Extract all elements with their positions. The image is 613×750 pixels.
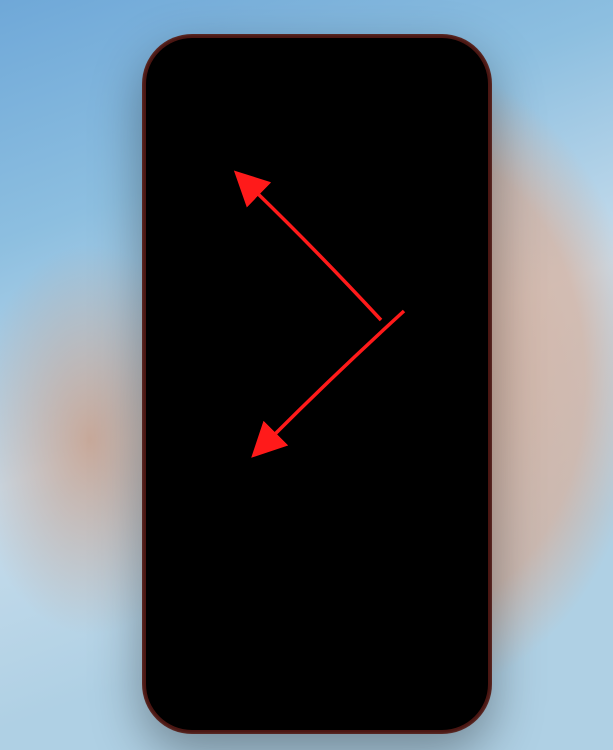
wifi-icon bbox=[416, 73, 431, 84]
search-row: 播放声音 取消 bbox=[156, 156, 478, 204]
sheet-grabber[interactable] bbox=[299, 142, 335, 146]
clear-search-button[interactable] bbox=[394, 165, 412, 183]
info-button[interactable]: i bbox=[430, 409, 452, 431]
search-icon bbox=[180, 167, 195, 182]
app-label: Watch bbox=[192, 313, 226, 327]
back-label: 新自动化 bbox=[181, 100, 245, 124]
action-row-ping-iphone[interactable]: 呼叫我的 iPhone i bbox=[170, 444, 464, 492]
home-indicator[interactable] bbox=[257, 708, 377, 712]
watch-app-icon bbox=[180, 249, 238, 307]
return-to-app[interactable]: App Store bbox=[176, 79, 225, 88]
annotation-arrow bbox=[236, 303, 416, 468]
action-label: 播放声音 bbox=[224, 408, 418, 432]
cancel-button[interactable]: 取消 bbox=[432, 162, 464, 186]
action-list: 播放声音 i 呼叫我的 iPhone i bbox=[170, 396, 464, 492]
search-input[interactable]: 播放声音 bbox=[170, 156, 422, 192]
watch-icon bbox=[182, 454, 212, 484]
battery-icon bbox=[436, 73, 458, 84]
page-title: 操作 bbox=[315, 100, 347, 124]
section-title-actions: 操作 bbox=[156, 341, 478, 392]
close-icon bbox=[398, 170, 407, 179]
content-sheet: 播放声音 取消 App Watch 操作 bbox=[156, 142, 478, 720]
signal-icon bbox=[395, 74, 412, 84]
navigation-bar: 新自动化 操作 下一步 bbox=[156, 90, 478, 134]
action-row-play-sound[interactable]: 播放声音 i bbox=[170, 396, 464, 444]
app-item-watch[interactable]: Watch bbox=[174, 249, 244, 327]
back-button[interactable]: 新自动化 bbox=[168, 100, 245, 124]
return-app-label: App Store bbox=[185, 79, 225, 88]
search-query: 播放声音 bbox=[201, 162, 388, 186]
info-button[interactable]: i bbox=[430, 458, 452, 480]
phone-frame: 8:58 App Store 新自动化 操作 下一步 bbox=[142, 34, 492, 734]
annotation-arrow bbox=[226, 170, 396, 345]
app-grid: Watch bbox=[156, 249, 478, 341]
notch bbox=[237, 48, 397, 74]
screen: 8:58 App Store 新自动化 操作 下一步 bbox=[156, 48, 478, 720]
action-label: 呼叫我的 iPhone bbox=[224, 457, 418, 481]
section-title-apps: App bbox=[156, 204, 478, 249]
status-time: 8:58 bbox=[176, 63, 225, 79]
next-button[interactable]: 下一步 bbox=[418, 100, 466, 124]
speaker-icon bbox=[182, 405, 212, 435]
